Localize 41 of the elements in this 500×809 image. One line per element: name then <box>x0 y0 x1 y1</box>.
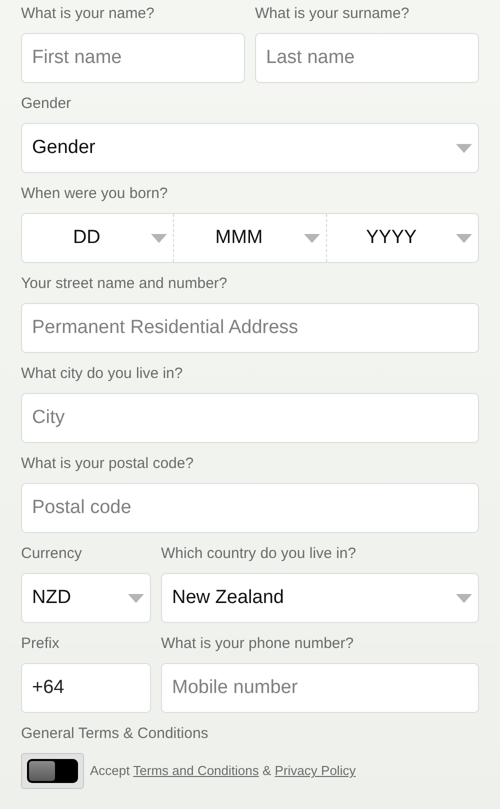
select-value: Gender <box>32 136 96 160</box>
caret-icon <box>128 594 144 602</box>
select-value: NZD <box>32 586 72 610</box>
field-label: When were you born? <box>21 184 169 204</box>
select-field[interactable]: New Zealand <box>161 573 479 623</box>
select-value: New Zealand <box>172 586 284 610</box>
field-label: What is your postal code? <box>21 454 195 474</box>
date-select[interactable]: DD <box>22 214 174 262</box>
field-label: Currency <box>21 544 83 564</box>
field-label: What is your phone number? <box>161 634 355 654</box>
select-field[interactable]: Gender <box>21 123 479 173</box>
input-field[interactable]: Last name <box>255 33 479 83</box>
date-select[interactable]: MMM <box>173 214 326 262</box>
section-label: General Terms & Conditions <box>21 724 210 744</box>
terms-text: Accept Terms and Conditions & Privacy Policy <box>90 762 356 780</box>
privacy-link[interactable]: Privacy Policy <box>274 763 356 778</box>
select-field[interactable]: NZD <box>21 573 151 623</box>
input-field[interactable]: First name <box>21 33 245 83</box>
terms-link[interactable]: Terms and Conditions <box>133 763 259 778</box>
field-label: Prefix <box>21 634 60 654</box>
caret-icon <box>151 234 168 242</box>
caret-icon <box>304 234 320 242</box>
date-select[interactable]: YYYY <box>326 214 478 262</box>
input-field[interactable]: Mobile number <box>161 663 479 713</box>
input-field[interactable]: +64 <box>21 663 151 713</box>
field-label: What is your name? <box>21 4 156 24</box>
field-label: Your street name and number? <box>21 274 228 294</box>
caret-icon <box>456 144 472 152</box>
select-value: DD <box>72 226 102 250</box>
input-field[interactable]: Permanent Residential Address <box>21 303 479 353</box>
toggle-switch[interactable] <box>21 753 84 789</box>
input-field[interactable]: City <box>21 393 479 443</box>
caret-icon <box>456 594 472 602</box>
field-label: Which country do you live in? <box>161 544 358 564</box>
select-value: YYYY <box>364 226 418 250</box>
field-label: What city do you live in? <box>21 364 184 384</box>
field-label: What is your surname? <box>255 4 410 24</box>
input-field[interactable]: Postal code <box>21 483 479 533</box>
caret-icon <box>456 234 472 242</box>
field-label: Gender <box>21 94 72 114</box>
select-value: MMM <box>214 226 264 250</box>
